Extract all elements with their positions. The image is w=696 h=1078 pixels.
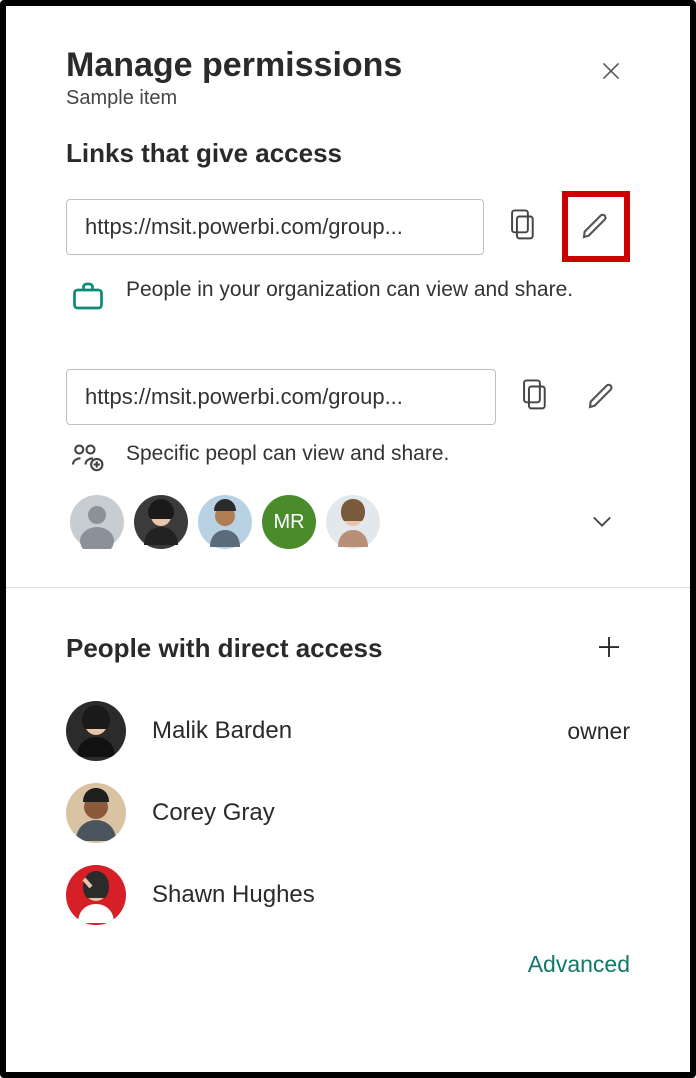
- links-heading: Links that give access: [6, 138, 690, 169]
- person-name: Malik Barden: [152, 717, 541, 745]
- close-button[interactable]: [592, 52, 630, 93]
- avatar: [66, 865, 126, 925]
- footer-row: Advanced: [6, 947, 690, 978]
- link-block-1: https://msit.powerbi.com/group...: [6, 191, 690, 319]
- link-description: Specific peopl can view and share.: [126, 440, 449, 468]
- edit-link-highlight: [562, 191, 630, 262]
- person-name: Corey Gray: [152, 799, 604, 827]
- person-row[interactable]: Shawn Hughes: [66, 865, 630, 925]
- avatar-initials[interactable]: MR: [262, 495, 316, 549]
- expand-shared-button[interactable]: [582, 501, 622, 544]
- link-description: People in your organization can view and…: [126, 276, 573, 304]
- copy-icon: [508, 208, 538, 245]
- title-block: Manage permissions Sample item: [66, 46, 402, 110]
- avatar: [66, 701, 126, 761]
- direct-access-section: People with direct access Malik Barden o…: [6, 588, 690, 947]
- panel-header: Manage permissions Sample item: [6, 6, 690, 138]
- link-block-2: https://msit.powerbi.com/group...: [6, 367, 690, 549]
- link-row: https://msit.powerbi.com/group...: [66, 191, 630, 262]
- plus-icon: [594, 632, 624, 665]
- person-row[interactable]: Corey Gray: [66, 783, 630, 843]
- copy-link-button[interactable]: [502, 202, 544, 251]
- manage-permissions-panel: Manage permissions Sample item Links tha…: [0, 0, 696, 1078]
- link-description-row: People in your organization can view and…: [66, 276, 630, 319]
- avatar[interactable]: [198, 495, 252, 549]
- link-row: https://msit.powerbi.com/group...: [66, 367, 630, 426]
- link-url[interactable]: https://msit.powerbi.com/group...: [66, 369, 496, 425]
- person-name: Shawn Hughes: [152, 881, 604, 909]
- avatar: [66, 783, 126, 843]
- close-icon: [598, 72, 624, 87]
- edit-link-button[interactable]: [574, 203, 618, 250]
- pencil-icon: [580, 209, 612, 244]
- edit-link-button[interactable]: [574, 367, 630, 426]
- chevron-down-icon: [588, 507, 616, 538]
- link-url[interactable]: https://msit.powerbi.com/group...: [66, 199, 484, 255]
- avatar[interactable]: [326, 495, 380, 549]
- person-role: owner: [567, 718, 630, 745]
- advanced-link[interactable]: Advanced: [528, 951, 630, 977]
- avatar-initials-text: MR: [273, 511, 304, 534]
- avatar-group: MR: [70, 495, 572, 549]
- avatar[interactable]: [70, 495, 124, 549]
- direct-heading: People with direct access: [66, 633, 382, 664]
- shared-with-row: MR: [66, 495, 630, 549]
- briefcase-icon: [70, 278, 106, 319]
- add-person-button[interactable]: [588, 626, 630, 671]
- copy-link-button[interactable]: [514, 372, 556, 421]
- pencil-icon: [586, 379, 618, 414]
- avatar[interactable]: [134, 495, 188, 549]
- page-title: Manage permissions: [66, 46, 402, 85]
- link-description-row: Specific peopl can view and share.: [66, 440, 630, 477]
- direct-header: People with direct access: [66, 626, 630, 671]
- person-row[interactable]: Malik Barden owner: [66, 701, 630, 761]
- people-add-icon: [70, 442, 106, 477]
- subtitle: Sample item: [66, 87, 402, 110]
- copy-icon: [520, 378, 550, 415]
